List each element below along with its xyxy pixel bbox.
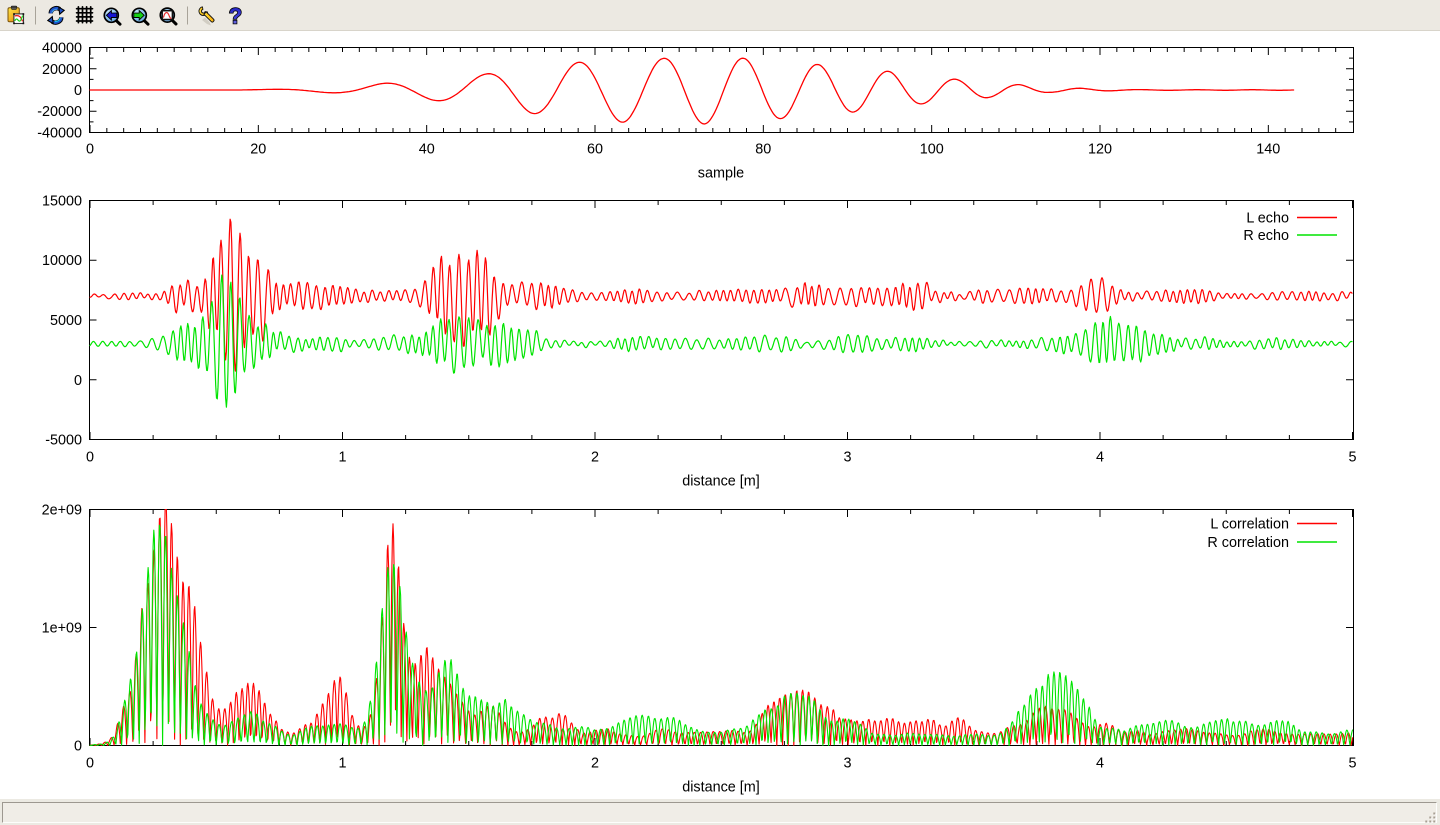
svg-text:distance [m]: distance [m] [682,780,760,796]
svg-text:4: 4 [1096,450,1104,466]
svg-text:5000: 5000 [50,313,82,329]
svg-text:40: 40 [419,142,435,158]
svg-text:1: 1 [338,450,346,466]
svg-text:?: ? [229,4,242,29]
svg-text:0: 0 [74,373,82,389]
svg-text:15000: 15000 [42,194,82,210]
svg-text:20000: 20000 [42,62,82,78]
svg-text:0: 0 [74,739,82,755]
svg-text:5: 5 [1348,756,1356,772]
svg-text:10000: 10000 [42,253,82,269]
svg-text:20: 20 [250,142,266,158]
svg-text:0: 0 [74,83,82,99]
svg-text:-5000: -5000 [45,433,82,449]
svg-text:140: 140 [1256,142,1280,158]
svg-text:L echo: L echo [1246,211,1289,227]
svg-text:R echo: R echo [1243,228,1289,244]
svg-text:120: 120 [1088,142,1112,158]
svg-text:L correlation: L correlation [1210,517,1289,533]
svg-text:2e+09: 2e+09 [42,503,82,519]
svg-text:0: 0 [86,450,94,466]
svg-text:3: 3 [843,450,851,466]
svg-text:100: 100 [920,142,944,158]
svg-text:2: 2 [591,756,599,772]
svg-text:1e+09: 1e+09 [42,621,82,637]
svg-text:0: 0 [86,756,94,772]
svg-text:0: 0 [86,142,94,158]
svg-text:2: 2 [591,450,599,466]
svg-text:5: 5 [1348,450,1356,466]
svg-text:4: 4 [1096,756,1104,772]
svg-text:1: 1 [338,756,346,772]
svg-text:60: 60 [587,142,603,158]
svg-text:40000: 40000 [42,41,82,57]
svg-text:3: 3 [843,756,851,772]
svg-text:sample: sample [698,166,744,182]
svg-text:R correlation: R correlation [1207,535,1289,551]
svg-text:80: 80 [755,142,771,158]
svg-text:distance [m]: distance [m] [682,474,760,490]
svg-text:-40000: -40000 [37,126,82,142]
svg-text:-20000: -20000 [37,104,82,120]
